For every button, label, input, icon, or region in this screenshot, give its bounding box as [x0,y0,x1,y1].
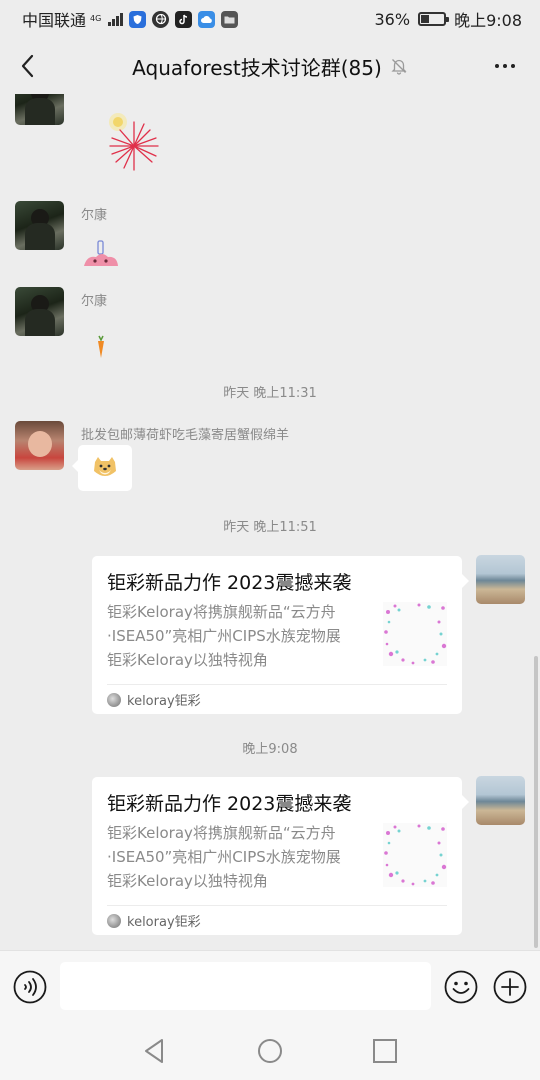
folder-app-icon [221,10,239,28]
chat-scrollbar[interactable] [534,656,538,948]
card-desc-line: 钜彩Keloray以独特视角 [107,651,268,669]
keloray-logo-icon [107,913,121,928]
more-icon [495,64,499,68]
title-bar: Aquaforest技术讨论群(85) [0,38,540,94]
avatar[interactable] [15,94,64,125]
my-avatar[interactable] [476,555,525,604]
plus-button[interactable] [493,970,527,1004]
card-desc-line: ·ISEA50”亮相广州CIPS水族宠物展 [107,848,341,866]
chat-title-wrap: Aquaforest技术讨论群(85) [132,52,408,81]
nav-back-icon [145,1039,163,1063]
browser-app-icon [152,10,170,28]
pink-blob-icon [84,240,118,266]
battery-icon [418,12,450,26]
card-desc-line: 钜彩Keloray将携旗舰新品“云方舟 [107,603,336,621]
pink-blob-sticker[interactable] [82,238,120,270]
sender-name: 尔康 [81,294,108,309]
input-bar [0,950,540,1022]
nav-recent-button[interactable] [370,1036,400,1066]
voice-button[interactable] [13,970,47,1004]
doge-icon [94,457,116,476]
status-bar: 中国联通 4G 36% 晚上9:08 [0,0,540,38]
nav-recent-icon [373,1039,397,1063]
cloud-app-icon [198,10,216,28]
nav-home-button[interactable] [255,1036,285,1066]
signal-icon [108,12,124,26]
card-title: 钜彩新品力作 2023震撼来袭 [107,793,352,815]
card-source: keloray钜彩 [107,690,201,709]
link-card[interactable]: 钜彩新品力作 2023震撼来袭 钜彩Keloray将携旗舰新品“云方舟 ·ISE… [92,777,469,935]
card-source: keloray钜彩 [107,911,201,930]
sender-name: 批发包邮薄荷虾吃毛藻寄居蟹假绵羊 [81,428,290,443]
timestamp: 昨天 晚上11:31 [223,386,317,401]
card-title: 钜彩新品力作 2023震撼来袭 [107,572,352,594]
card-divider [107,684,447,685]
avatar[interactable] [15,201,64,250]
link-card[interactable]: 钜彩新品力作 2023震撼来袭 钜彩Keloray将携旗舰新品“云方舟 ·ISE… [92,556,469,714]
emoji-icon [444,970,478,1004]
my-avatar[interactable] [476,776,525,825]
carrot-sticker[interactable] [94,334,108,360]
card-thumbnail [383,823,447,887]
avatar[interactable] [15,287,64,336]
back-button[interactable] [14,52,40,80]
card-thumbnail [383,602,447,666]
voice-icon [13,970,47,1004]
nav-back-button[interactable] [140,1036,170,1066]
card-description: 钜彩Keloray将携旗舰新品“云方舟 ·ISEA50”亮相广州CIPS水族宠物… [107,821,365,893]
card-description: 钜彩Keloray将携旗舰新品“云方舟 ·ISEA50”亮相广州CIPS水族宠物… [107,600,365,672]
system-nav-bar [0,1022,540,1080]
chat-area[interactable]: 尔康 尔康 昨天 晚上11:31 批发包邮薄荷虾吃毛藻寄居蟹假绵羊 昨天 晚上1… [0,94,540,950]
card-desc-line: 钜彩Keloray将携旗舰新品“云方舟 [107,824,336,842]
keloray-logo-icon [107,692,121,707]
carrier-name: 中国联通 [22,11,87,30]
card-desc-line: 钜彩Keloray以独特视角 [107,872,268,890]
firework-icon [109,113,159,171]
more-button[interactable] [492,56,518,76]
card-desc-line: ·ISEA50”亮相广州CIPS水族宠物展 [107,627,341,645]
back-icon [21,54,34,78]
firework-sticker[interactable] [100,108,164,172]
card-source-name: keloray钜彩 [127,694,201,709]
battery-percent: 36% [374,9,411,29]
clock: 晚上9:08 [454,11,522,30]
carrot-icon [98,335,104,358]
timestamp: 昨天 晚上11:51 [223,520,317,535]
card-source-name: keloray钜彩 [127,915,201,930]
sender-name: 尔康 [81,208,108,223]
avatar[interactable] [15,421,64,470]
tiktok-app-icon [175,10,193,28]
message-input[interactable] [60,962,431,1010]
status-left: 中国联通 4G [22,7,239,31]
status-right: 36% 晚上9:08 [375,7,523,31]
chat-title: Aquaforest技术讨论群(85) [132,55,382,80]
sticker-bubble[interactable] [72,445,132,491]
mute-bell-icon [391,59,407,75]
emoji-button[interactable] [444,970,478,1004]
shield-app-icon [129,10,147,28]
plus-icon [493,970,527,1004]
timestamp: 晚上9:08 [242,742,298,757]
nav-home-icon [258,1039,282,1063]
card-divider [107,905,447,906]
network-type: 4G [90,14,102,23]
